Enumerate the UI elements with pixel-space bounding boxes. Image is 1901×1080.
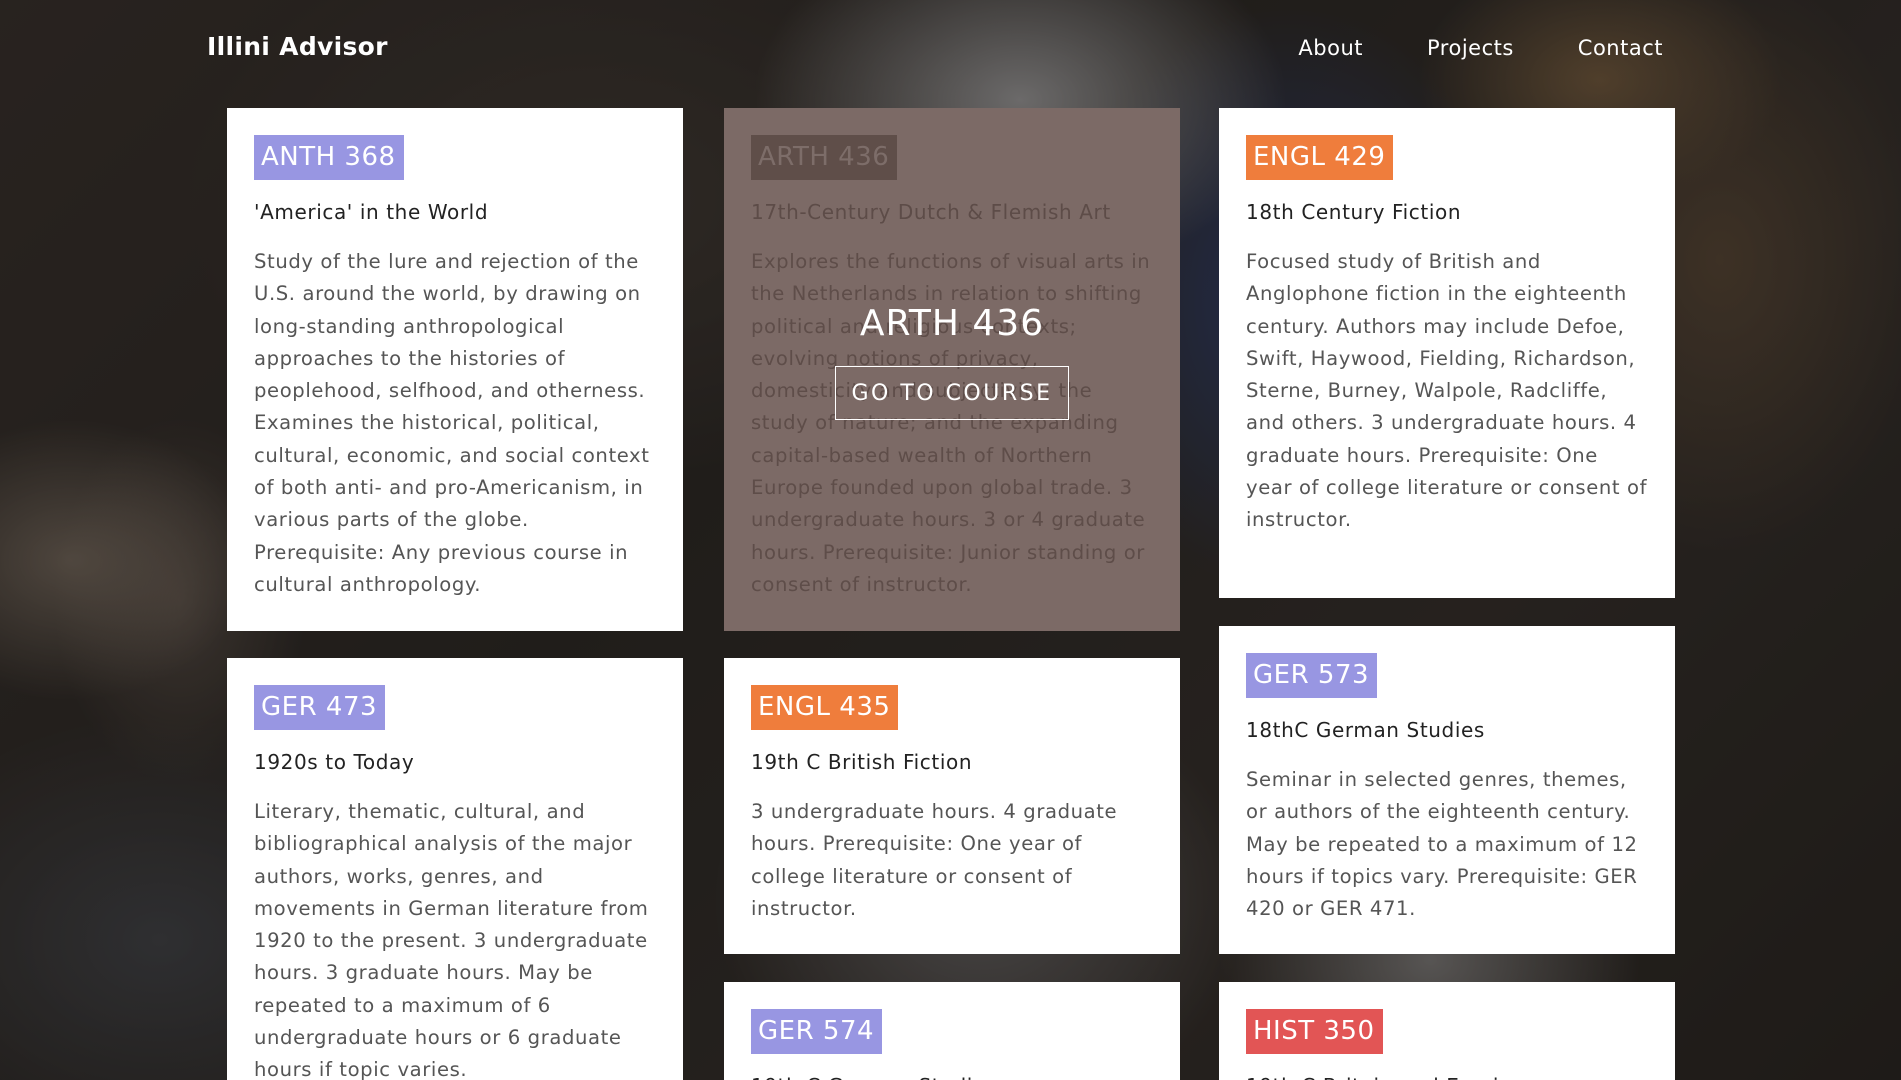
course-description: Seminar in selected genres, themes, or a…	[1246, 768, 1638, 921]
course-title: 19th C German Studies	[751, 1072, 1154, 1080]
course-card[interactable]: ENGL 429 18th Century Fiction Focused st…	[1219, 108, 1675, 598]
course-card[interactable]: GER 574 19th C German Studies	[724, 982, 1180, 1080]
course-code-badge: GER 574	[751, 1009, 883, 1054]
course-hover-overlay: ARTH 436 GO TO COURSE	[724, 108, 1180, 631]
go-to-course-button[interactable]: GO TO COURSE	[835, 366, 1069, 420]
course-card[interactable]: HIST 350 19th C Britain and Empire	[1219, 982, 1675, 1080]
course-card[interactable]: ANTH 368 'America' in the World Study of…	[227, 108, 683, 631]
course-code-badge: ENGL 429	[1246, 135, 1394, 180]
course-description: Study of the lure and rejection of the U…	[254, 250, 650, 596]
course-code-badge: ANTH 368	[254, 135, 404, 180]
course-title: 19th C British Fiction	[751, 750, 973, 774]
course-description: Focused study of British and Anglophone …	[1246, 250, 1648, 532]
course-grid: ANTH 368 'America' in the World Study of…	[227, 108, 1675, 1080]
navbar: Illini Advisor About Projects Contact	[0, 0, 1901, 98]
course-description: 3 undergraduate hours. 4 graduate hours.…	[751, 800, 1118, 920]
course-code-badge: GER 573	[1246, 653, 1378, 698]
course-title: 18thC German Studies	[1246, 718, 1485, 742]
course-code-badge: HIST 350	[1246, 1009, 1383, 1054]
overlay-course-code: ARTH 436	[859, 303, 1045, 344]
course-card[interactable]: GER 473 1920s to Today Literary, themati…	[227, 658, 683, 1080]
course-description: Literary, thematic, cultural, and biblio…	[254, 800, 649, 1080]
brand-logo[interactable]: Illini Advisor	[207, 32, 388, 61]
course-title: 'America' in the World	[254, 200, 489, 224]
nav-about-link[interactable]: About	[1298, 36, 1363, 60]
course-title: 19th C Britain and Empire	[1246, 1072, 1649, 1080]
nav-links: About Projects Contact	[1298, 36, 1663, 60]
course-card[interactable]: GER 573 18thC German Studies Seminar in …	[1219, 626, 1675, 954]
course-title: 18th Century Fiction	[1246, 200, 1462, 224]
nav-contact-link[interactable]: Contact	[1578, 36, 1663, 60]
course-code-badge: ENGL 435	[751, 685, 899, 730]
nav-projects-link[interactable]: Projects	[1427, 36, 1514, 60]
course-card[interactable]: ENGL 435 19th C British Fiction 3 underg…	[724, 658, 1180, 954]
course-title: 1920s to Today	[254, 750, 415, 774]
course-code-badge: GER 473	[254, 685, 386, 730]
course-card-hovered[interactable]: ARTH 436 17th-Century Dutch & Flemish Ar…	[724, 108, 1180, 631]
